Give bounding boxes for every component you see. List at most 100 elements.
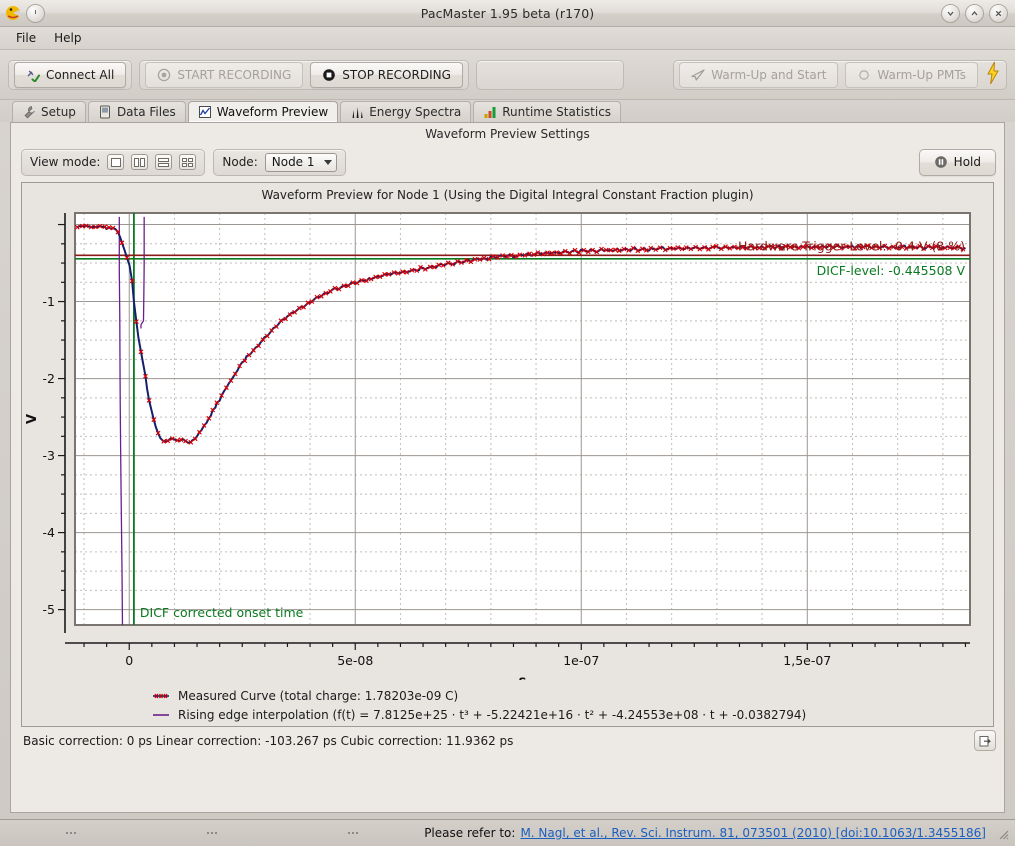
tab-strip: Setup Data Files Waveform Preview Energy…	[0, 100, 1015, 122]
pacman-icon	[4, 4, 22, 22]
grip-dots-icon	[65, 831, 76, 835]
export-page-icon[interactable]	[974, 730, 996, 751]
bar-chart-icon	[483, 105, 497, 119]
menu-bar: File Help	[0, 27, 1015, 50]
dicf-level-annotation: DICF-level: -0.445508 V	[817, 263, 966, 278]
footer-prefix: Please refer to:	[424, 826, 516, 840]
view-mode-single[interactable]	[107, 154, 125, 170]
legend-measured-curve: Measured Curve (total charge: 1.78203e-0…	[152, 686, 993, 705]
plug-check-icon	[26, 68, 40, 82]
line-key	[152, 710, 170, 720]
connection-toolbar-group: Connect All	[8, 59, 133, 90]
y-tick-label: -4	[43, 525, 56, 540]
y-tick-label: -3	[43, 448, 55, 463]
correction-status-line: Basic correction: 0 ps Linear correction…	[11, 727, 1004, 751]
settings-panel-title: Waveform Preview Settings	[425, 127, 590, 141]
view-mode-quad[interactable]	[179, 154, 197, 170]
tab-data-files-label: Data Files	[116, 105, 176, 119]
y-tick-label: -1	[43, 294, 55, 309]
close-button[interactable]	[989, 3, 1008, 23]
tab-setup[interactable]: Setup	[12, 101, 86, 122]
view-mode-two-columns[interactable]	[131, 154, 149, 170]
start-recording-label: START RECORDING	[177, 67, 292, 82]
stop-recording-button[interactable]: STOP RECORDING	[310, 61, 463, 88]
hold-button[interactable]: Hold	[918, 148, 996, 176]
y-tick-label: -5	[43, 602, 55, 617]
plot-area[interactable]: 0 5e-08 1e-07 1,5e-07 s -1 -2 -3 -4 -5 V Hardware …	[22, 205, 993, 680]
maximize-button[interactable]	[965, 3, 984, 23]
legend-rising-edge-label: Rising edge interpolation (f(t) = 7.8125…	[178, 707, 807, 722]
warm-up-pmts-button[interactable]: Warm-Up PMTs	[845, 61, 978, 88]
stop-recording-label: STOP RECORDING	[342, 67, 451, 82]
connect-all-label: Connect All	[46, 67, 115, 82]
hold-label: Hold	[953, 155, 981, 169]
view-mode-label: View mode:	[30, 155, 101, 169]
dicf-onset-annotation: DICF corrected onset time	[140, 605, 304, 620]
tab-waveform-preview[interactable]: Waveform Preview	[187, 101, 339, 122]
title-bar: PacMaster 1.95 beta (r170)	[0, 0, 1015, 27]
warm-up-pmts-label: Warm-Up PMTs	[877, 67, 966, 82]
plot-frame: Waveform Preview for Node 1 (Using the D…	[21, 182, 994, 727]
wrench-icon	[22, 105, 36, 119]
plot-legend: Measured Curve (total charge: 1.78203e-0…	[22, 680, 993, 726]
tab-setup-label: Setup	[41, 105, 76, 119]
points-line-key	[152, 691, 170, 701]
chevron-down-icon	[323, 159, 332, 165]
circle-icon	[857, 68, 871, 82]
warmup-toolbar-group: Warm-Up and Start Warm-Up PMTs	[673, 59, 1007, 90]
menu-help[interactable]: Help	[46, 29, 89, 47]
hardware-trigger-level-annotation: Hardware Trigger Level: -0.4 V (8 %)	[738, 238, 965, 253]
x-tick-label: 0	[125, 653, 133, 668]
application-window: PacMaster 1.95 beta (r170) File Help Con…	[0, 0, 1015, 846]
lightning-bolt-icon[interactable]	[985, 61, 1001, 88]
spectrum-icon	[350, 105, 364, 119]
minimize-button[interactable]	[941, 3, 960, 23]
view-mode-group: View mode:	[21, 148, 206, 176]
view-mode-two-rows[interactable]	[155, 154, 173, 170]
plot-title: Waveform Preview for Node 1 (Using the D…	[261, 188, 754, 202]
footer-reference: Please refer to: M. Nagl, et al., Rev. S…	[424, 826, 1011, 840]
title-bar-menu-button[interactable]	[26, 3, 45, 23]
y-tick-label: -2	[43, 371, 55, 386]
window-controls	[941, 3, 1015, 23]
node-select[interactable]: Node 1	[264, 152, 337, 172]
main-toolbar: Connect All START RECORDING STOP RECORDI…	[0, 50, 1015, 100]
x-tick-label: 1e-07	[563, 653, 599, 668]
tab-runtime-statistics[interactable]: Runtime Statistics	[473, 101, 622, 122]
grip-dots-icon	[207, 831, 218, 835]
tab-runtime-statistics-label: Runtime Statistics	[502, 105, 612, 119]
title-bar-left	[0, 3, 45, 23]
correction-values: Basic correction: 0 ps Linear correction…	[23, 733, 514, 748]
stop-square-icon	[322, 68, 336, 82]
legend-measured-curve-label: Measured Curve (total charge: 1.78203e-0…	[178, 688, 459, 703]
document-icon	[98, 105, 112, 119]
waveform-preview-panel: Waveform Preview Settings View mode: Nod…	[10, 122, 1005, 813]
footer-citation-link[interactable]: M. Nagl, et al., Rev. Sci. Instrum. 81, …	[520, 826, 986, 840]
tab-energy-spectra[interactable]: Energy Spectra	[340, 101, 472, 122]
x-tick-label: 1,5e-07	[783, 653, 831, 668]
x-axis-label: s	[519, 674, 527, 680]
y-axis-label: V	[25, 414, 40, 424]
waveform-chart[interactable]: 0 5e-08 1e-07 1,5e-07 s -1 -2 -3 -4 -5 V Hardware …	[22, 205, 975, 680]
paper-plane-icon	[691, 68, 705, 82]
grip-dots-icon	[348, 831, 359, 835]
start-recording-button[interactable]: START RECORDING	[145, 61, 304, 88]
status-bar-segment-2	[141, 831, 282, 835]
tab-waveform-preview-label: Waveform Preview	[216, 105, 329, 119]
recording-toolbar-group: START RECORDING STOP RECORDING	[139, 59, 469, 90]
panel-bottom-gap	[11, 751, 1004, 812]
status-bar-segment-1	[0, 831, 141, 835]
connect-all-button[interactable]: Connect All	[14, 61, 127, 88]
pause-icon	[934, 155, 948, 169]
warm-up-and-start-label: Warm-Up and Start	[711, 67, 827, 82]
warm-up-and-start-button[interactable]: Warm-Up and Start	[679, 61, 839, 88]
node-label: Node:	[222, 155, 258, 169]
empty-toolbar-group	[475, 59, 624, 90]
settings-row: View mode: Node: Node 1 Hold	[11, 146, 1004, 178]
resize-grip-icon[interactable]	[996, 827, 1009, 840]
tab-data-files[interactable]: Data Files	[87, 101, 186, 122]
x-tick-label: 5e-08	[337, 653, 373, 668]
menu-file[interactable]: File	[8, 29, 44, 47]
legend-rising-edge: Rising edge interpolation (f(t) = 7.8125…	[152, 705, 993, 724]
line-chart-icon	[198, 105, 212, 119]
